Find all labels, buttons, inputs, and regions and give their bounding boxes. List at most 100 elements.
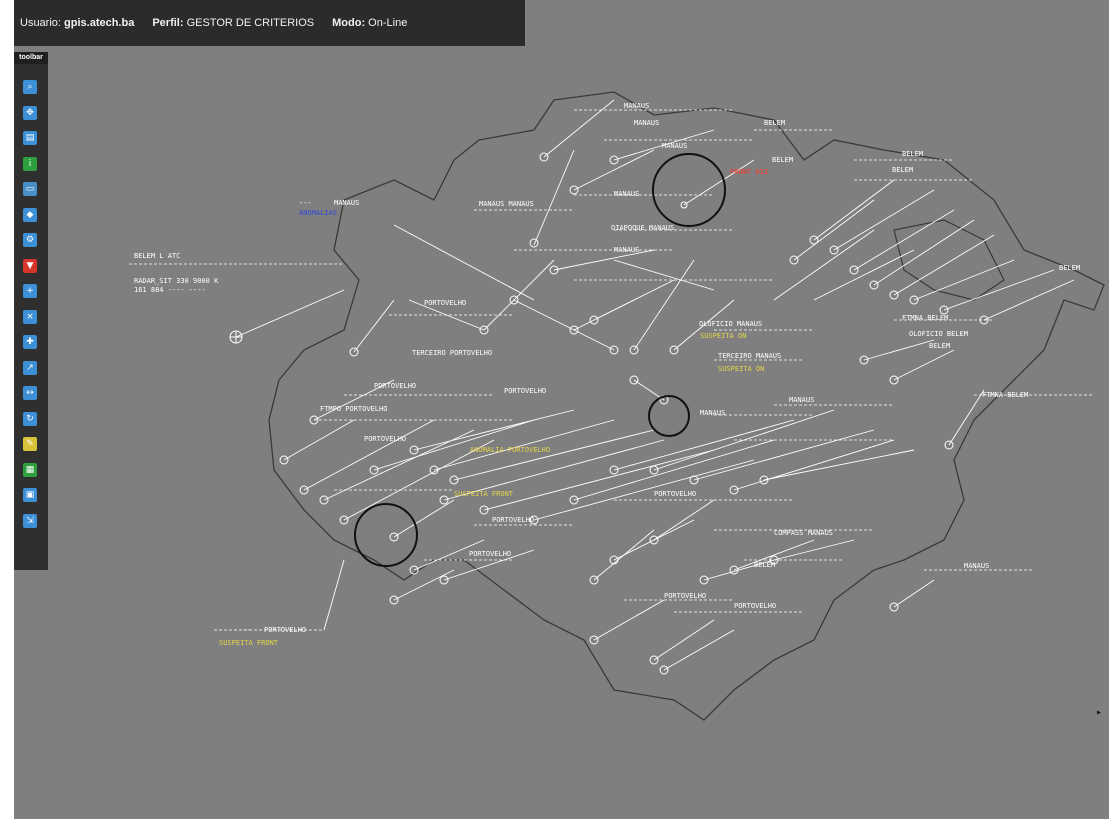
alert-ring-south — [354, 503, 418, 567]
remove-track-button[interactable]: × — [23, 309, 37, 324]
label-portovelho-manaus: MANAUS MANAUS — [479, 200, 534, 208]
label-manaus: MANAUS — [964, 562, 989, 570]
shape-icon: ◆ — [26, 209, 34, 220]
label-manaus: MANAUS — [634, 119, 659, 127]
alert-rings[interactable] — [354, 153, 726, 567]
label-belem: BELEM — [764, 119, 785, 127]
label-anomalia-portovelho: ANOMALIA PORTOVELHO — [470, 446, 550, 454]
alert-ring-center — [648, 395, 690, 437]
label-dashes: --- — [299, 199, 312, 207]
label-radar: RADAR_SIT 330 9000 K — [134, 277, 219, 285]
label-manaus: MANAUS — [614, 246, 639, 254]
label-suspeita-front: SUSPEITA FRONT — [219, 639, 279, 647]
label-portovelho: PORTOVELHO — [469, 550, 511, 558]
user-info: Usuario: gpis.atech.ba — [20, 17, 134, 29]
track-markers[interactable] — [229, 152, 989, 675]
label-ftmna-belem: FTMNA BELEM — [902, 314, 948, 322]
pencil-icon: ✎ — [26, 439, 34, 449]
radar-screen[interactable]: BELEM L ATC RADAR_SIT 330 9000 K 161 884… — [14, 0, 1109, 819]
info-icon: i — [28, 158, 32, 169]
grid-button[interactable]: ▦ — [23, 462, 37, 477]
toolbar: toolbar ⌕ ✥ ▤ i ▭ ◆ ⚙ ▼ + × ✚ ↗ ↔ ↻ ✎ ▦ ▣ ⇲ — [14, 52, 48, 570]
shape-button[interactable]: ◆ — [23, 207, 37, 222]
toolbar-title: toolbar — [14, 52, 48, 64]
gear-button[interactable]: ⚙ — [23, 233, 37, 247]
label-ftmpo-portovelho: FTMPO PORTOVELHO — [320, 405, 387, 413]
label-belem: BELEM — [902, 150, 923, 158]
user-label: Usuario: — [20, 17, 61, 29]
mode-value: On-Line — [368, 17, 408, 29]
refresh-icon: ↻ — [26, 413, 34, 424]
label-portovelho: PORTOVELHO — [424, 299, 466, 307]
track-labels: BELEM L ATC RADAR_SIT 330 9000 K 161 884… — [134, 102, 1080, 647]
pan-button[interactable]: ✥ — [23, 105, 37, 120]
label-portovelho: PORTOVELHO — [374, 382, 416, 390]
remove-track-icon: × — [26, 311, 34, 322]
label-portovelho: PORTOVELHO — [492, 516, 534, 524]
label-portovelho: PORTOVELHO — [654, 490, 696, 498]
label-code: 161 884 ---- ---- — [134, 286, 206, 294]
measure-button[interactable]: ↔ — [23, 386, 37, 400]
mode-label: Modo: — [332, 17, 366, 29]
label-front-013: FRONT 013 — [730, 168, 768, 176]
label-portovelho: PORTOVELHO — [664, 592, 706, 600]
layers-icon: ▤ — [25, 133, 35, 143]
label-manaus: MANAUS — [662, 142, 687, 150]
label-suspeita-front: SUSPEITA FRONT — [454, 490, 514, 498]
grid-icon: ▦ — [25, 464, 35, 475]
profile-label: Perfil: — [152, 17, 184, 29]
search-button[interactable]: ⌕ — [23, 80, 37, 94]
window-button[interactable]: ▭ — [23, 182, 37, 196]
label-ftmna-belem: FTMNA BELEM — [982, 391, 1028, 399]
inner-border — [893, 219, 1005, 301]
measure-icon: ↔ — [26, 388, 34, 398]
label-manaus: MANAUS — [789, 396, 814, 404]
filter-button[interactable]: ▼ — [23, 258, 37, 273]
status-bar: Usuario: gpis.atech.ba Perfil: GESTOR DE… — [14, 0, 525, 46]
label-dashes: ---- — [234, 626, 251, 634]
mode-info: Modo: On-Line — [332, 17, 407, 29]
pencil-button[interactable]: ✎ — [23, 437, 37, 451]
refresh-button[interactable]: ↻ — [23, 411, 37, 426]
label-belem: BELEM — [754, 561, 775, 569]
print-icon: ▣ — [25, 490, 35, 500]
label-oiapoque-manaus: OIAPOQUE MANAUS — [611, 224, 674, 232]
label-belem-atc: BELEM L ATC — [134, 252, 180, 260]
label-belem: BELEM — [929, 342, 950, 350]
radar-map[interactable]: BELEM L ATC RADAR_SIT 330 9000 K 161 884… — [14, 0, 1109, 819]
search-icon: ⌕ — [27, 82, 33, 92]
export-icon: ⇲ — [26, 515, 34, 526]
add-track-button[interactable]: + — [23, 284, 37, 298]
label-belem: BELEM — [892, 166, 913, 174]
add-track-icon: + — [26, 286, 34, 296]
route-icon: ↗ — [26, 362, 34, 373]
export-button[interactable]: ⇲ — [23, 513, 37, 528]
window-icon: ▭ — [25, 184, 35, 194]
alert-ring-north — [652, 153, 726, 227]
label-terceiro-portovelho: TERCEIRO PORTOVELHO — [412, 349, 492, 357]
filter-icon: ▼ — [26, 260, 34, 271]
label-portovelho: PORTOVELHO — [504, 387, 546, 395]
pan-icon: ✥ — [26, 107, 34, 118]
mouse-cursor-icon: ▸ — [1096, 707, 1103, 718]
label-manaus: MANAUS — [700, 409, 725, 417]
label-belem: BELEM — [1059, 264, 1080, 272]
label-suspeita-on: SUSPEITA ON — [718, 365, 764, 373]
gear-icon: ⚙ — [25, 235, 35, 245]
track-lines — [235, 99, 1075, 671]
label-terceiro-manaus: TERCEIRO MANAUS — [718, 352, 781, 360]
route-button[interactable]: ↗ — [23, 360, 37, 375]
profile-info: Perfil: GESTOR DE CRITERIOS — [152, 17, 314, 29]
print-button[interactable]: ▣ — [23, 488, 37, 502]
label-brackets — [129, 109, 1094, 631]
profile-value: GESTOR DE CRITERIOS — [186, 17, 315, 29]
label-portovelho: PORTOVELHO — [264, 626, 306, 634]
info-button[interactable]: i — [23, 156, 37, 171]
add-point-icon: ✚ — [26, 337, 34, 347]
label-manaus: MANAUS — [624, 102, 649, 110]
label-manaus: MANAUS — [614, 190, 639, 198]
label-anomalias: ANOMALIAS — [299, 209, 337, 217]
layers-button[interactable]: ▤ — [23, 131, 37, 145]
add-point-button[interactable]: ✚ — [23, 335, 37, 349]
label-portovelho: PORTOVELHO — [364, 435, 406, 443]
